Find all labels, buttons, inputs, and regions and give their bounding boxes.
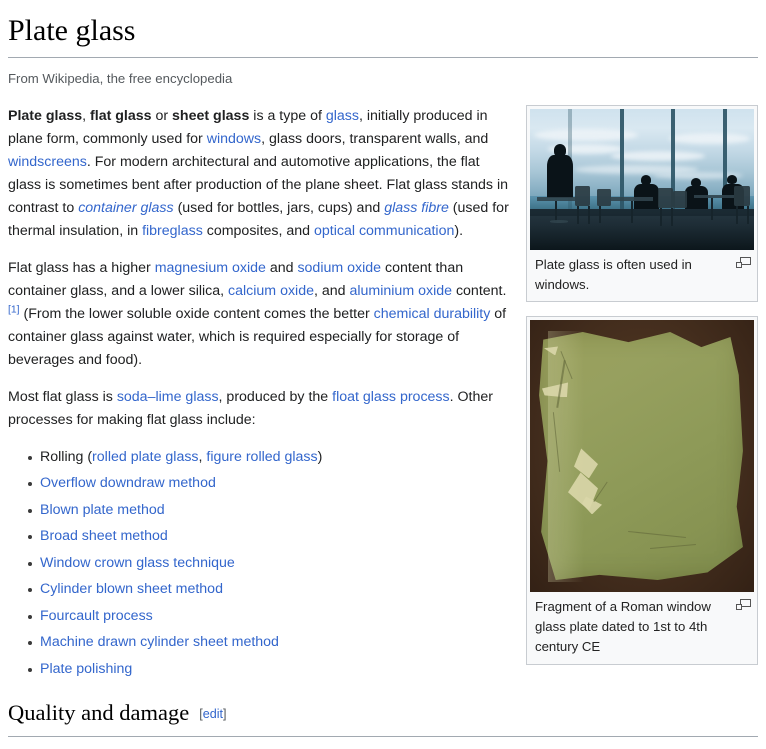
processes-list: Rolling (rolled plate glass, figure roll… bbox=[8, 446, 758, 681]
link-fibreglass[interactable]: fibreglass bbox=[142, 223, 203, 239]
chair-leg bbox=[747, 206, 750, 225]
link-glass[interactable]: glass bbox=[326, 108, 359, 124]
person-silhouette-body bbox=[546, 155, 573, 198]
link-window-crown-glass-technique[interactable]: Window crown glass technique bbox=[40, 555, 235, 571]
chair-silhouette bbox=[733, 186, 750, 207]
term-plate-glass: Plate glass bbox=[8, 107, 83, 124]
chair-silhouette bbox=[673, 190, 687, 208]
chair-silhouette bbox=[597, 189, 611, 207]
article-page: Plate glass From Wikipedia, the free enc… bbox=[0, 12, 766, 749]
cloud-shape bbox=[610, 151, 705, 162]
site-tagline: From Wikipedia, the free encyclopedia bbox=[8, 70, 233, 86]
person-silhouette-head bbox=[727, 175, 737, 185]
list-item: Cylinder blown sheet method bbox=[28, 578, 758, 601]
link-sodium-oxide[interactable]: sodium oxide bbox=[297, 260, 381, 276]
enlarge-icon-rect-small bbox=[736, 261, 742, 268]
chair-leg bbox=[671, 207, 674, 226]
link-cylinder-blown-sheet-method[interactable]: Cylinder blown sheet method bbox=[40, 581, 223, 597]
link-calcium-oxide[interactable]: calcium oxide bbox=[228, 283, 314, 299]
window-mullion bbox=[619, 108, 624, 209]
link-machine-drawn-cylinder-sheet-method[interactable]: Machine drawn cylinder sheet method bbox=[40, 634, 279, 650]
chair-leg bbox=[588, 206, 591, 225]
edit-link[interactable]: edit bbox=[203, 707, 223, 721]
chair-leg bbox=[599, 206, 602, 224]
link-float-glass-process[interactable]: float glass process bbox=[332, 389, 450, 405]
table-leg bbox=[554, 200, 557, 222]
figure-caption-text: Plate glass is often used in windows. bbox=[535, 256, 692, 292]
list-item: Rolling (rolled plate glass, figure roll… bbox=[28, 446, 758, 469]
page-title: Plate glass bbox=[8, 12, 758, 58]
link-windscreens[interactable]: windscreens bbox=[8, 154, 87, 170]
image-plate-glass-windows[interactable] bbox=[530, 108, 754, 250]
table-silhouette bbox=[693, 194, 734, 199]
link-soda-lime-glass[interactable]: soda–lime glass bbox=[117, 389, 219, 405]
list-item: Plate polishing bbox=[28, 658, 758, 681]
reference-marker-1[interactable]: [1] bbox=[8, 304, 20, 315]
chair-leg bbox=[577, 206, 580, 225]
link-container-glass[interactable]: container glass bbox=[78, 200, 173, 216]
link-figure-rolled-glass[interactable]: figure rolled glass bbox=[206, 449, 317, 465]
link-chemical-durability[interactable]: chemical durability bbox=[374, 306, 491, 322]
chair-leg bbox=[736, 206, 739, 225]
link-glass-fibre[interactable]: glass fibre bbox=[384, 200, 449, 216]
cloud-shape bbox=[668, 132, 750, 145]
chair-silhouette bbox=[657, 187, 674, 208]
chair-leg bbox=[659, 207, 662, 226]
enlarge-icon[interactable] bbox=[736, 256, 751, 268]
link-blown-plate-method[interactable]: Blown plate method bbox=[40, 502, 165, 518]
link-magnesium-oxide[interactable]: magnesium oxide bbox=[155, 260, 266, 276]
list-item: Overflow downdraw method bbox=[28, 472, 758, 495]
link-broad-sheet-method[interactable]: Broad sheet method bbox=[40, 528, 168, 544]
table-leg bbox=[711, 198, 714, 220]
list-item: Window crown glass technique bbox=[28, 552, 758, 575]
chair-silhouette bbox=[574, 186, 591, 207]
figure-window-thumbnail: Plate glass is often used in windows. bbox=[526, 104, 758, 303]
list-item: Machine drawn cylinder sheet method bbox=[28, 631, 758, 654]
list-item: Fourcault process bbox=[28, 605, 758, 628]
list-item: Blown plate method bbox=[28, 499, 758, 522]
bracket-close: ] bbox=[223, 706, 227, 721]
link-optical-communication[interactable]: optical communication bbox=[314, 223, 454, 239]
link-overflow-downdraw-method[interactable]: Overflow downdraw method bbox=[40, 475, 216, 491]
link-aluminium-oxide[interactable]: aluminium oxide bbox=[349, 283, 452, 299]
table-leg bbox=[630, 200, 633, 224]
figure-caption: Plate glass is often used in windows. bbox=[530, 250, 754, 299]
link-plate-polishing[interactable]: Plate polishing bbox=[40, 661, 132, 677]
table-base bbox=[550, 220, 569, 224]
edit-section-link: [edit] bbox=[199, 707, 226, 721]
term-sheet-glass: sheet glass bbox=[172, 107, 250, 124]
list-item: Broad sheet method bbox=[28, 525, 758, 548]
section-heading-text: Quality and damage bbox=[8, 699, 190, 725]
term-flat-glass: flat glass bbox=[90, 107, 152, 124]
link-fourcault-process[interactable]: Fourcault process bbox=[40, 608, 153, 624]
section-heading-quality-and-damage: Quality and damage [edit] bbox=[8, 695, 758, 738]
link-rolled-plate-glass[interactable]: rolled plate glass bbox=[92, 449, 198, 465]
link-windows[interactable]: windows bbox=[207, 131, 261, 147]
